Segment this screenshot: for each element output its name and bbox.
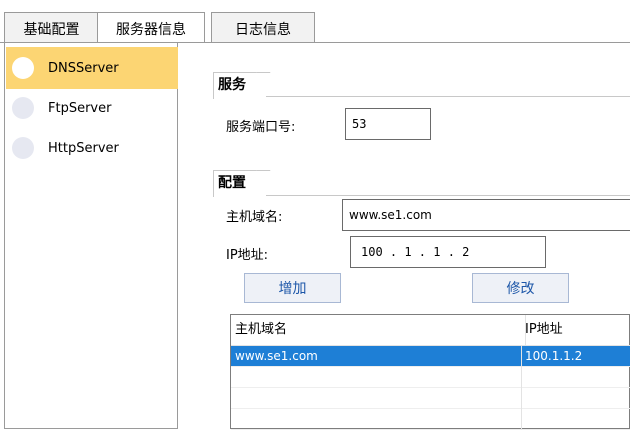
group-config-label: 配置 — [218, 175, 246, 191]
server-icon — [12, 97, 34, 119]
table-header-ip[interactable]: IP地址 — [521, 315, 630, 346]
add-button[interactable]: 增加 — [244, 273, 341, 303]
table-row-empty — [231, 367, 630, 388]
table-row[interactable]: www.se1.com 100.1.1.2 — [231, 346, 630, 367]
sidebar-item-label: FtpServer — [48, 100, 112, 116]
ip-value: 100 . 1 . 1 . 2 — [361, 245, 470, 259]
edit-button-label: 修改 — [506, 281, 535, 297]
sidebar-item-httpserver[interactable]: HttpServer — [6, 127, 178, 169]
server-icon — [12, 137, 34, 159]
tab-log-info-label: 日志信息 — [235, 21, 291, 38]
sidebar-item-label: HttpServer — [48, 140, 119, 156]
host-label: 主机域名: — [226, 210, 283, 225]
table-header-host-label: 主机域名 — [235, 322, 288, 337]
add-button-label: 增加 — [278, 281, 307, 297]
group-service-label: 服务 — [218, 77, 246, 93]
host-input[interactable]: www.se1.com — [342, 199, 630, 231]
server-list: DNSServer FtpServer HttpServer — [4, 43, 178, 429]
host-table: 主机域名 IP地址 www.se1.com 100.1.1.2 — [230, 314, 630, 430]
ip-label: IP地址: — [226, 248, 269, 263]
table-column-separator — [521, 345, 522, 430]
sidebar-item-dnsserver[interactable]: DNSServer — [6, 47, 178, 89]
sidebar-item-label: DNSServer — [48, 60, 119, 76]
tab-basic-config[interactable]: 基础配置 — [4, 12, 99, 44]
edit-button[interactable]: 修改 — [472, 273, 569, 303]
ip-input[interactable]: 100 . 1 . 1 . 2 — [350, 236, 546, 268]
group-service-title: 服务 — [213, 72, 258, 99]
tab-log-info[interactable]: 日志信息 — [211, 12, 315, 44]
tab-server-info[interactable]: 服务器信息 — [97, 12, 205, 44]
table-row-empty — [231, 388, 630, 409]
tab-bar: 基础配置 服务器信息 日志信息 — [0, 0, 630, 44]
tab-server-info-label: 服务器信息 — [116, 21, 186, 38]
port-value: 53 — [352, 117, 367, 131]
port-input[interactable]: 53 — [345, 108, 431, 140]
sidebar-item-ftpserver[interactable]: FtpServer — [6, 87, 178, 129]
host-value: www.se1.com — [349, 208, 432, 222]
group-config-line — [266, 195, 630, 196]
server-icon — [12, 57, 34, 79]
group-config-title: 配置 — [213, 170, 258, 197]
tab-basic-config-label: 基础配置 — [23, 21, 80, 38]
table-cell-ip: 100.1.1.2 — [525, 349, 583, 363]
table-header-host[interactable]: 主机域名 — [231, 315, 526, 346]
port-label: 服务端口号: — [226, 120, 296, 135]
table-cell-host: www.se1.com — [235, 349, 318, 363]
group-service-line — [266, 96, 630, 97]
table-header-ip-label: IP地址 — [525, 322, 563, 337]
table-row-empty — [231, 409, 630, 430]
